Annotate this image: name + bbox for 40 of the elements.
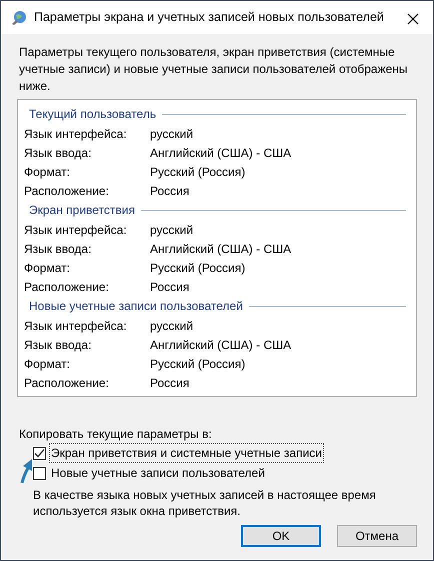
- close-icon: [407, 12, 419, 25]
- window-title: Параметры экрана и учетных записей новых пользователей: [34, 9, 385, 26]
- setting-value: Русский (Россия): [150, 260, 246, 276]
- setting-label: Формат:: [24, 164, 71, 180]
- setting-label: Язык интерфейса:: [24, 318, 128, 334]
- globe-icon: [11, 10, 27, 26]
- section-title: Экран приветствия: [29, 202, 136, 219]
- copy-label: Копировать текущие параметры в:: [19, 426, 213, 443]
- checkbox-label: Экран приветствия и системные учетные записи: [49, 443, 324, 463]
- setting-label: Расположение:: [24, 182, 110, 200]
- setting-value: русский: [150, 222, 194, 238]
- setting-label: Язык ввода:: [24, 144, 92, 162]
- setting-value: русский: [150, 318, 194, 334]
- setting-value: Русский (Россия): [150, 164, 246, 180]
- ok-button[interactable]: OK: [241, 525, 321, 547]
- setting-label: Расположение:: [24, 278, 110, 296]
- setting-value: Английский (США) - США: [150, 336, 292, 354]
- setting-label: Расположение:: [24, 374, 110, 392]
- setting-label: Язык ввода:: [24, 240, 92, 258]
- intro-text: Параметры текущего пользователя, экран приветствия (системные учетные записи) и новые учетные записи пользователей отображены ниже.: [19, 44, 409, 95]
- checkbox[interactable]: [33, 446, 46, 460]
- setting-value: Россия: [150, 278, 190, 296]
- checkbox-label: Новые учетные записи пользователей: [50, 465, 266, 482]
- setting-label: Язык интерфейса:: [24, 222, 128, 238]
- section-title: Текущий пользователь: [29, 106, 156, 123]
- setting-value: Россия: [150, 374, 190, 392]
- section-title: Новые учетные записи пользователей: [29, 298, 243, 315]
- checkbox[interactable]: [33, 466, 46, 480]
- cancel-button[interactable]: Отмена: [337, 525, 417, 547]
- note-text: В качестве языка новых учетных записей в настоящее время используется язык окна приветствия.: [33, 487, 377, 519]
- setting-label: Формат:: [24, 260, 71, 276]
- setting-label: Язык ввода:: [24, 336, 92, 354]
- annotation-arrow: [19, 459, 33, 483]
- setting-value: русский: [150, 126, 194, 142]
- setting-value: Английский (США) - США: [150, 240, 292, 258]
- setting-value: Русский (Россия): [150, 356, 246, 372]
- setting-value: Россия: [150, 182, 190, 200]
- setting-label: Язык интерфейса:: [24, 126, 128, 142]
- setting-label: Формат:: [24, 356, 71, 372]
- setting-value: Английский (США) - США: [150, 144, 292, 162]
